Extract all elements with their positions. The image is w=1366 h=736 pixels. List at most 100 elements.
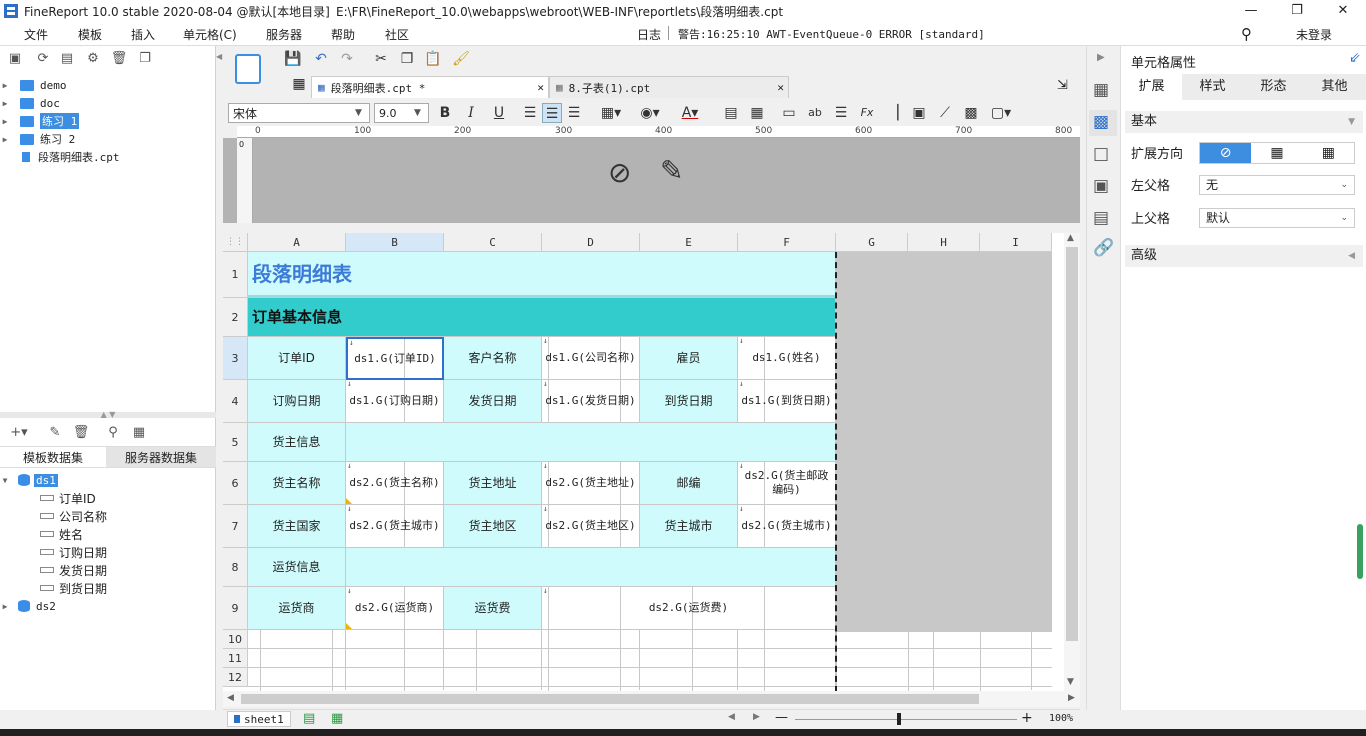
resize-icon[interactable]: ⇙ <box>1349 50 1361 66</box>
field-item[interactable]: 发货日期 <box>40 561 250 579</box>
panel-splitter[interactable]: ▲ ▼ <box>0 411 216 419</box>
tab-report-active[interactable]: ▦ 段落明细表.cpt * ✕ <box>311 76 549 98</box>
tab-expand[interactable]: 扩展 <box>1121 74 1182 100</box>
server-dataset-icon[interactable]: ▦ <box>130 424 148 442</box>
collapse-right-icon[interactable]: ▶ <box>1097 52 1105 63</box>
more-tools-icon[interactable]: ▢▾ <box>987 103 1015 123</box>
cell-c6[interactable]: 货主地址 <box>444 462 542 505</box>
menu-file[interactable]: 文件 <box>24 26 48 43</box>
row-header[interactable]: 3 <box>223 337 248 380</box>
align-left-icon[interactable]: ☰ <box>520 103 540 123</box>
vertical-expand-icon[interactable]: ▦ <box>1251 143 1302 163</box>
cell-a1-title[interactable]: 段落明细表 <box>248 252 836 298</box>
prev-sheet-icon[interactable]: ◀ <box>728 712 735 722</box>
warning-text[interactable]: 警告:16:25:10 AWT-EventQueue-0 ERROR [stan… <box>678 26 985 42</box>
cell-b5-merged[interactable] <box>346 423 836 462</box>
collapse-left-icon[interactable]: ◀ <box>216 52 223 66</box>
cell-c7[interactable]: 货主地区 <box>444 505 542 548</box>
delete-dataset-icon[interactable]: 🗑 <box>72 424 90 442</box>
widget-icon[interactable]: ▣ <box>1093 176 1109 196</box>
menu-template[interactable]: 模板 <box>78 26 102 43</box>
hyperlink-icon[interactable]: 🔗 <box>1093 238 1114 258</box>
condition-icon[interactable]: ▤ <box>1093 208 1109 228</box>
grid-view-icon[interactable]: ▦ <box>289 76 309 98</box>
font-color-icon[interactable]: A▾ <box>675 103 705 123</box>
delete-icon[interactable]: 🗑 <box>110 50 128 68</box>
chart-icon[interactable]: ▕ <box>883 103 903 123</box>
chevron-left-icon[interactable]: ◀ <box>227 693 234 703</box>
left-parent-select[interactable]: 无 ⌄ <box>1199 175 1355 195</box>
float-element-icon[interactable]: □ <box>1093 144 1109 164</box>
up-parent-select[interactable]: 默认 ⌄ <box>1199 208 1355 228</box>
tab-template-dataset[interactable]: 模板数据集 <box>0 447 106 467</box>
cell-b4[interactable]: ds1.G(订购日期) <box>346 380 444 423</box>
format-brush-icon[interactable]: 🖌 <box>451 49 471 69</box>
cell-d3[interactable]: ds1.G(公司名称) <box>542 337 640 380</box>
field-item[interactable]: 姓名 <box>40 525 250 543</box>
field-item[interactable]: 到货日期 <box>40 579 250 597</box>
column-header-b[interactable]: B <box>346 233 444 252</box>
cell-e3[interactable]: 雇员 <box>640 337 738 380</box>
zoom-slider-thumb[interactable] <box>897 713 901 725</box>
text-field-icon[interactable]: ▭ <box>779 103 799 123</box>
dataset-item-ds1[interactable]: ▼ ds1 <box>0 471 210 489</box>
undo-icon[interactable]: ↶ <box>311 49 331 69</box>
zoom-in-icon[interactable]: + <box>1021 710 1033 726</box>
next-sheet-icon[interactable]: ▶ <box>753 712 760 722</box>
tab-form[interactable]: 形态 <box>1243 74 1304 100</box>
menu-community[interactable]: 社区 <box>385 26 409 43</box>
row-header[interactable]: 2 <box>223 298 248 337</box>
cell-f7[interactable]: ds2.G(货主城市) <box>738 505 836 548</box>
add-sheet-icon[interactable]: ▤ <box>303 711 315 726</box>
sheet-tab[interactable]: sheet1 <box>227 711 291 727</box>
tab-server-dataset[interactable]: 服务器数据集 <box>106 447 216 467</box>
tree-item-report-file[interactable]: 段落明细表.cpt <box>0 148 210 166</box>
cell-properties-icon[interactable]: ▦ <box>1093 80 1109 100</box>
column-header-i[interactable]: I <box>980 233 1052 252</box>
cell-e7[interactable]: 货主城市 <box>640 505 738 548</box>
merge-cells-icon[interactable]: ▤ <box>721 103 741 123</box>
cell-a5[interactable]: 货主信息 <box>248 423 346 462</box>
chevron-down-icon[interactable]: ▼ <box>1067 677 1074 687</box>
cell-attr-icon[interactable]: ▩ <box>1093 112 1109 132</box>
tree-item-practice-2[interactable]: ▶ 练习 2 <box>0 130 210 148</box>
scrollbar-thumb[interactable] <box>241 694 979 704</box>
cell-d9-merged[interactable]: ds2.G(运货费) <box>542 587 836 630</box>
bold-button[interactable]: B <box>435 103 455 123</box>
settings-icon[interactable]: ⚙ <box>84 50 102 68</box>
zoom-slider[interactable] <box>795 719 1017 720</box>
horizontal-scrollbar[interactable]: ◀ ▶ <box>223 691 1080 707</box>
log-button[interactable]: 日志 <box>637 26 661 43</box>
row-header[interactable]: 7 <box>223 505 248 548</box>
close-icon[interactable]: ✕ <box>1320 0 1366 22</box>
row-header[interactable]: 1 <box>223 252 248 298</box>
chevron-up-icon[interactable]: ▲ <box>1067 233 1074 243</box>
copy-icon[interactable]: ❐ <box>136 50 154 68</box>
edit-icon[interactable]: ✎ <box>46 424 64 442</box>
search-icon[interactable]: ⚲ <box>1241 25 1252 43</box>
save-icon[interactable]: 💾 <box>283 49 303 69</box>
zoom-out-icon[interactable]: — <box>775 710 788 725</box>
row-header[interactable]: 11 <box>223 649 248 668</box>
section-advanced[interactable]: 高级 ◀ <box>1125 245 1363 267</box>
close-tab-icon[interactable]: ✕ <box>777 81 784 94</box>
font-name-select[interactable]: 宋体 ▼ <box>228 103 370 123</box>
cell-d6[interactable]: ds2.G(货主地址) <box>542 462 640 505</box>
menu-cell[interactable]: 单元格(C) <box>183 26 237 43</box>
tab-style[interactable]: 样式 <box>1182 74 1243 100</box>
italic-button[interactable]: I <box>461 103 481 123</box>
no-expand-icon[interactable]: ⊘ <box>1200 143 1252 163</box>
cell-c3[interactable]: 客户名称 <box>444 337 542 380</box>
cell-d7[interactable]: ds2.G(货主地区) <box>542 505 640 548</box>
menu-insert[interactable]: 插入 <box>131 26 155 43</box>
login-button[interactable]: 未登录 <box>1296 26 1332 43</box>
close-tab-icon[interactable]: ✕ <box>537 81 544 94</box>
row-header[interactable]: 8 <box>223 548 248 587</box>
cell-a9[interactable]: 运货商 <box>248 587 346 630</box>
tab-menu-icon[interactable]: ⇲ <box>1057 78 1068 93</box>
field-item[interactable]: 订单ID <box>40 489 250 507</box>
vertical-scrollbar[interactable]: ▲ ▼ <box>1064 233 1080 691</box>
cell-b6[interactable]: ds2.G(货主名称) <box>346 462 444 505</box>
cell-a3[interactable]: 订单ID <box>248 337 346 380</box>
scrollbar-thumb[interactable] <box>1066 247 1078 641</box>
